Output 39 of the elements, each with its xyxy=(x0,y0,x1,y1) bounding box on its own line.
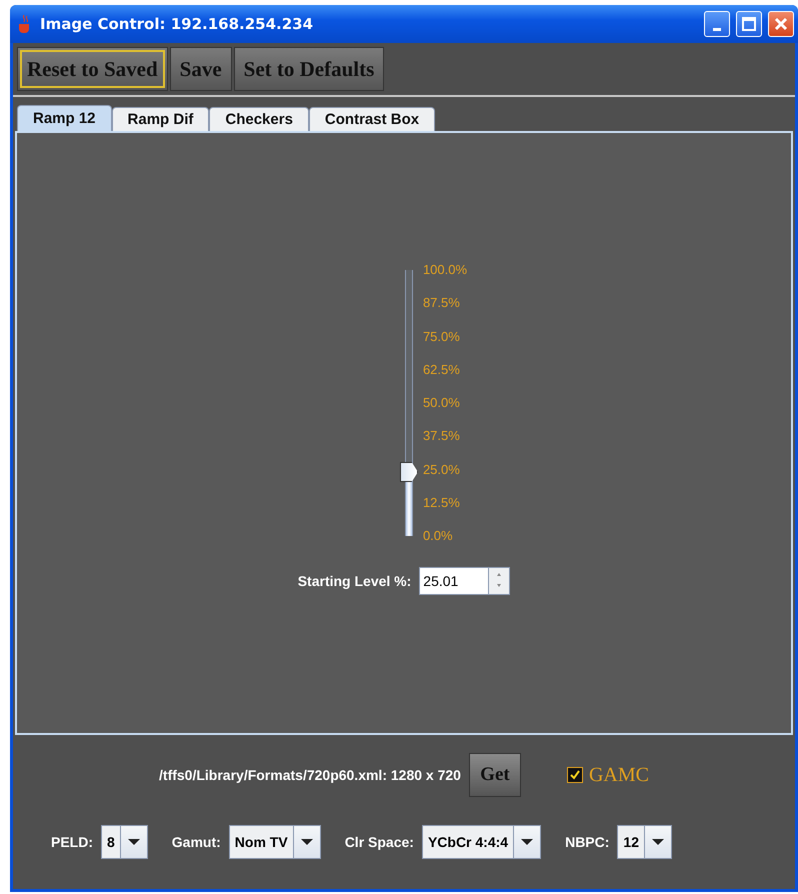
tick-label: 25.0% xyxy=(422,462,461,476)
spinner[interactable]: 25.01 xyxy=(419,567,510,595)
tick-label: 37.5% xyxy=(422,429,461,444)
window-title: Image Control: 192.168.254.234 xyxy=(40,15,314,33)
tick-label: 100.0% xyxy=(422,263,468,277)
tab[interactable]: Checkers xyxy=(209,107,309,131)
maximize-icon xyxy=(742,17,756,31)
format-path: /tffs0/Library/Formats/720p60.xml: 1280 x 720 xyxy=(159,767,461,783)
minimize-button[interactable] xyxy=(704,11,730,37)
caret-icon[interactable] xyxy=(521,838,534,846)
dropdown[interactable]: 8 xyxy=(101,825,148,859)
slider-thumb[interactable] xyxy=(400,462,418,482)
dropdown[interactable]: Nom TV xyxy=(228,825,321,859)
checkbox-label: GAMC xyxy=(588,764,649,786)
caret-icon[interactable] xyxy=(300,838,313,846)
select-label: PELD: xyxy=(51,834,93,850)
get-button[interactable]: Get xyxy=(468,753,521,797)
tick-label: 62.5% xyxy=(422,362,461,377)
tick-label: 0.0% xyxy=(422,529,454,543)
caret-icon[interactable] xyxy=(128,838,140,846)
maximize-button[interactable] xyxy=(736,11,762,37)
select-label: Clr Space: xyxy=(344,834,414,850)
tick-label: 50.0% xyxy=(422,396,461,410)
dropdown[interactable]: 12 xyxy=(617,825,672,859)
dropdown[interactable]: YCbCr 4:4:4 xyxy=(422,825,542,859)
tab[interactable]: Ramp 12 xyxy=(17,105,112,131)
tick-label: 75.0% xyxy=(422,330,461,344)
select-label: Gamut: xyxy=(172,834,221,850)
minimize-icon xyxy=(713,28,721,30)
tab[interactable]: Ramp Dif xyxy=(112,107,210,131)
tick-label: 12.5% xyxy=(422,496,461,510)
tick-label: 87.5% xyxy=(422,296,461,310)
select-label: NBPC: xyxy=(565,834,610,850)
close-icon xyxy=(774,17,788,31)
caret-icon[interactable] xyxy=(652,838,664,846)
close-button[interactable] xyxy=(768,11,794,37)
tab[interactable]: Contrast Box xyxy=(308,107,436,131)
field-label: Starting Level %: xyxy=(298,573,412,589)
checkbox[interactable] xyxy=(566,767,583,783)
